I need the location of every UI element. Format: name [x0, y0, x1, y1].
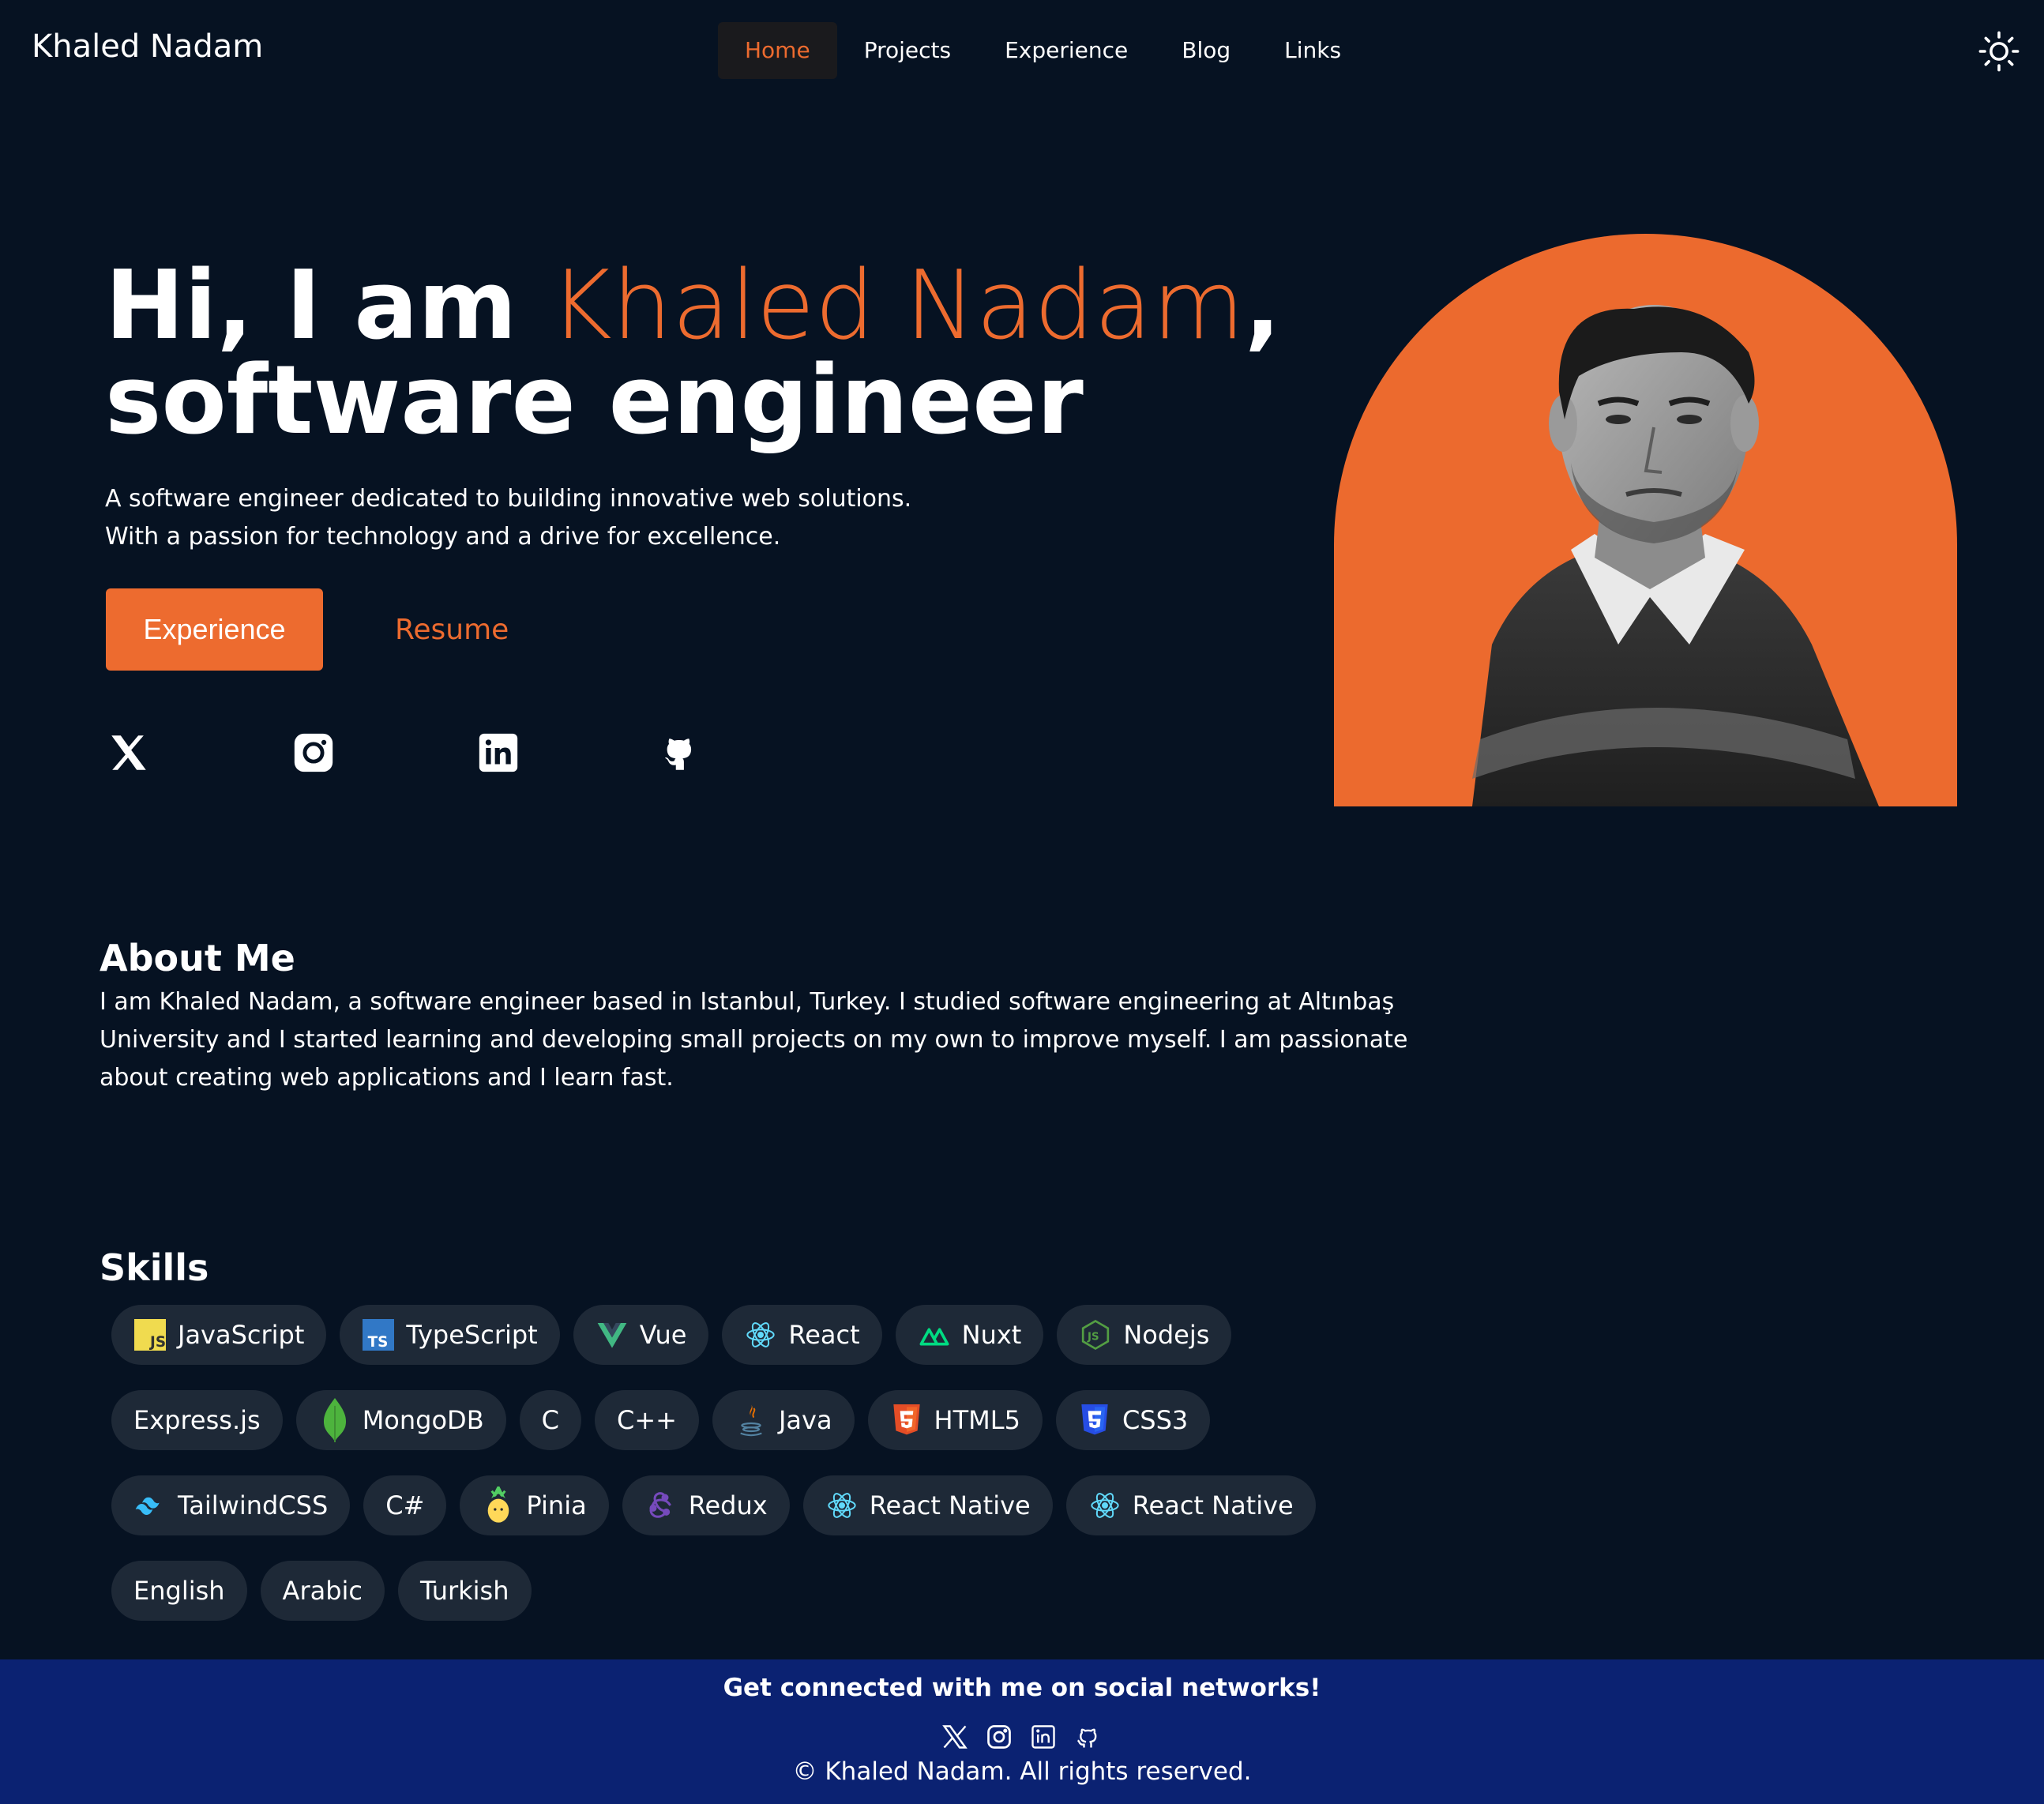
github-icon[interactable]	[659, 730, 705, 776]
navbar: Khaled Nadam Home Projects Experience Bl…	[0, 0, 2044, 103]
profile-portrait	[1334, 234, 1957, 806]
svg-text:JS: JS	[148, 1334, 166, 1351]
x-icon[interactable]	[940, 1723, 970, 1753]
about-text: I am Khaled Nadam, a software engineer b…	[100, 988, 1408, 1092]
skill-chip-cpp: C++	[594, 1390, 699, 1450]
skill-chip-java: Java	[712, 1390, 855, 1450]
nuxt-icon	[918, 1318, 951, 1351]
instagram-icon[interactable]	[291, 730, 336, 776]
skills-row: TailwindCSS C# Pinia Redux React Native …	[111, 1475, 1375, 1535]
nav-link-experience[interactable]: Experience	[978, 22, 1155, 79]
react-icon	[1088, 1489, 1122, 1522]
brand-name[interactable]: Khaled Nadam	[32, 28, 263, 65]
skill-chip-tailwindcss: TailwindCSS	[111, 1475, 351, 1535]
nav-link-links[interactable]: Links	[1257, 22, 1368, 79]
typescript-icon: TS	[362, 1318, 395, 1351]
hero-heading: Hi, I am Khaled Nadam, software engineer	[105, 259, 1280, 449]
java-icon	[735, 1404, 768, 1437]
skill-chip-react-native: React Native	[1065, 1475, 1316, 1535]
skill-chip-pinia: Pinia	[460, 1475, 609, 1535]
skill-chip-c: C	[519, 1390, 581, 1450]
linkedin-icon[interactable]	[475, 730, 521, 776]
skill-chip-mongodb: MongoDB	[295, 1390, 506, 1450]
css3-icon	[1078, 1404, 1111, 1437]
copyright-text: © Khaled Nadam. All rights reserved.	[792, 1757, 1252, 1786]
resume-button[interactable]: Resume	[379, 588, 524, 671]
hero-comma: ,	[1244, 251, 1281, 361]
experience-button[interactable]: Experience	[106, 588, 323, 671]
hero-description: A software engineer dedicated to buildin…	[105, 485, 912, 551]
skill-chip-nodejs: JS Nodejs	[1057, 1305, 1232, 1365]
footer-socials	[940, 1723, 1106, 1756]
skill-chip-vue: Vue	[573, 1305, 709, 1365]
skill-chip-html5: HTML5	[867, 1390, 1043, 1450]
skills-title: Skills	[100, 1246, 209, 1289]
nav-links: Home Projects Experience Blog Links	[718, 22, 1368, 79]
profile-photo	[1472, 305, 1879, 806]
skills-list: JS JavaScript TS TypeScript Vue React Nu…	[111, 1305, 1375, 1646]
hero-greeting: Hi, I am	[105, 251, 550, 361]
nav-link-home[interactable]: Home	[718, 22, 837, 79]
skill-chip-arabic: Arabic	[260, 1561, 385, 1621]
skill-chip-javascript: JS JavaScript	[111, 1305, 327, 1365]
skills-row: JS JavaScript TS TypeScript Vue React Nu…	[111, 1305, 1375, 1365]
hero-name: Khaled Nadam	[550, 251, 1245, 361]
skill-chip-csharp: C#	[363, 1475, 447, 1535]
svg-text:JS: JS	[1087, 1332, 1099, 1344]
linkedin-icon[interactable]	[1028, 1723, 1058, 1753]
skill-chip-english: English	[111, 1561, 247, 1621]
skill-chip-typescript: TS TypeScript	[340, 1305, 560, 1365]
skills-row: English Arabic Turkish	[111, 1561, 1375, 1621]
vue-icon	[596, 1318, 629, 1351]
skill-chip-redux: Redux	[622, 1475, 790, 1535]
instagram-icon[interactable]	[984, 1723, 1014, 1753]
svg-text:TS: TS	[368, 1334, 389, 1351]
footer-title: Get connected with me on social networks…	[723, 1674, 1321, 1702]
tailwindcss-icon	[133, 1489, 167, 1522]
react-icon	[744, 1318, 777, 1351]
redux-icon	[644, 1489, 678, 1522]
skill-chip-expressjs: Express.js	[111, 1390, 283, 1450]
hero-role: software engineer	[105, 346, 1084, 456]
pinia-icon	[482, 1486, 515, 1523]
html5-icon	[890, 1404, 923, 1437]
react-icon	[825, 1489, 859, 1522]
mongodb-icon	[318, 1398, 351, 1442]
skill-chip-turkish: Turkish	[398, 1561, 532, 1621]
x-icon[interactable]	[106, 730, 152, 776]
nav-link-projects[interactable]: Projects	[837, 22, 978, 79]
about-title: About Me	[100, 937, 295, 979]
nodejs-icon: JS	[1079, 1318, 1112, 1351]
skill-chip-nuxt: Nuxt	[895, 1305, 1044, 1365]
javascript-icon: JS	[133, 1318, 167, 1351]
footer: Get connected with me on social networks…	[0, 1659, 2044, 1804]
skills-row: Express.js MongoDB C C++ Java HTML5 CSS3	[111, 1390, 1375, 1450]
nav-link-blog[interactable]: Blog	[1155, 22, 1257, 79]
skill-chip-react-native: React Native	[802, 1475, 1053, 1535]
sun-icon[interactable]	[1978, 30, 2020, 73]
skill-chip-react: React	[722, 1305, 882, 1365]
skill-chip-css3: CSS3	[1055, 1390, 1211, 1450]
github-icon[interactable]	[1073, 1723, 1103, 1753]
